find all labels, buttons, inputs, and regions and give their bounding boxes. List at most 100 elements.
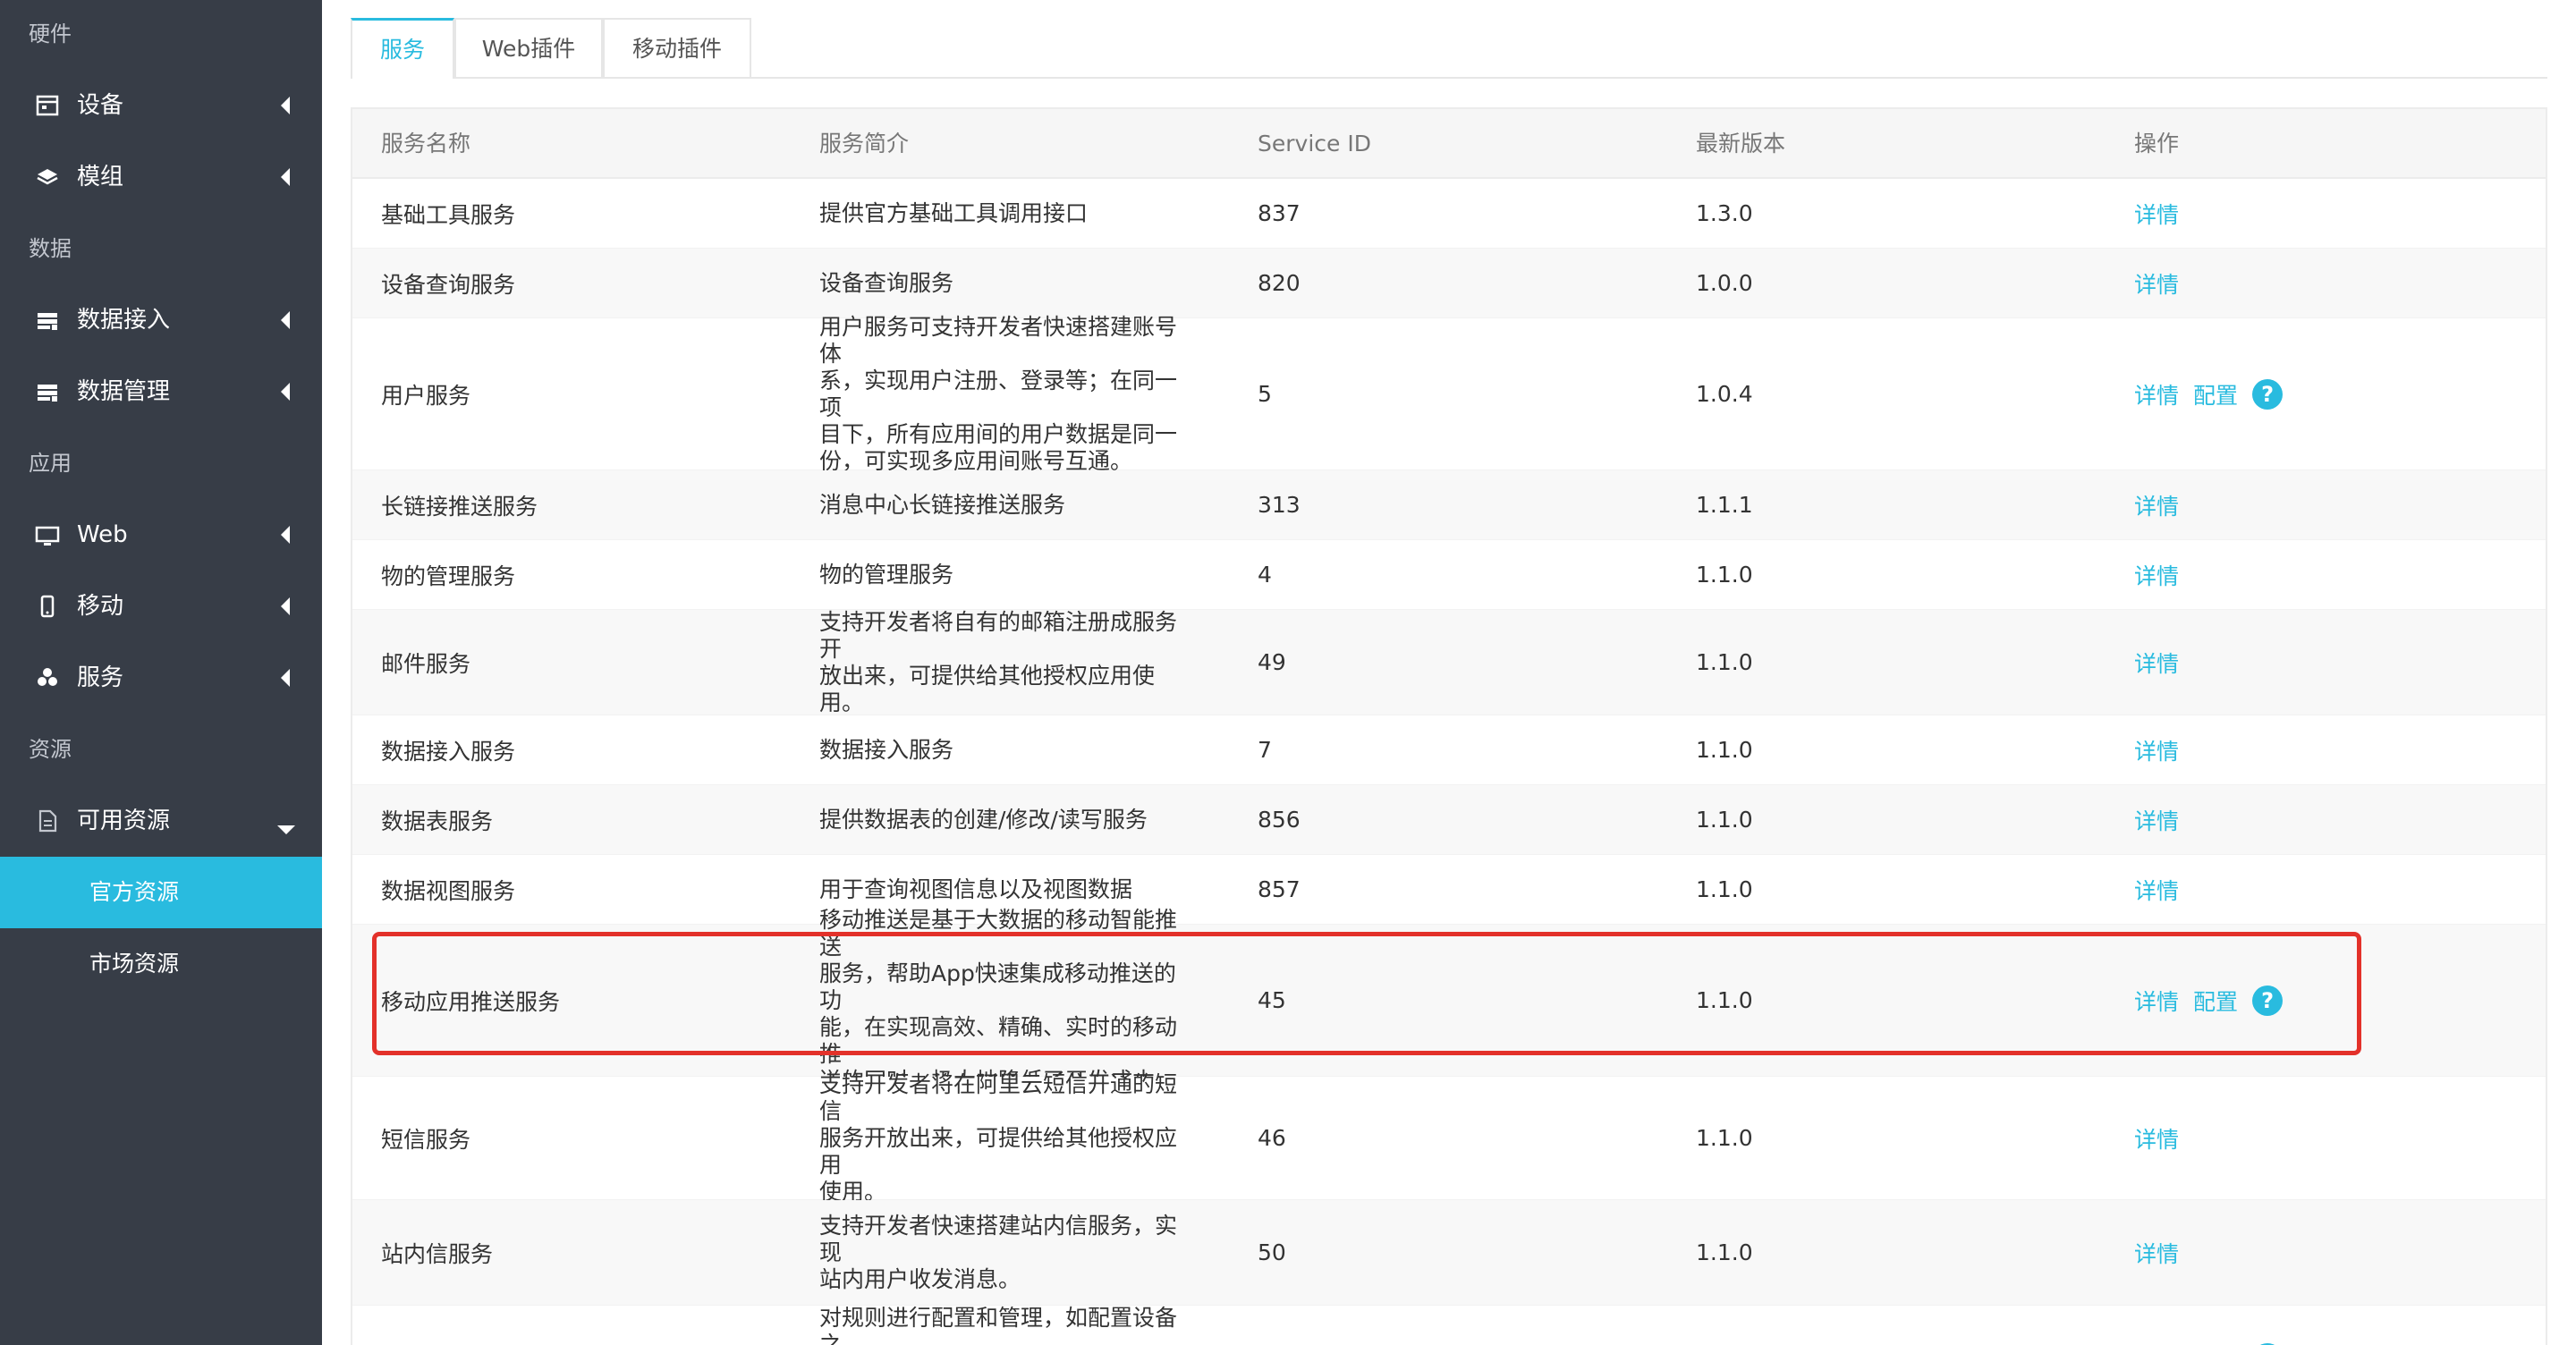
desc-line: 提供数据表的创建/修改/读写服务 — [819, 806, 1148, 833]
service-desc: 物的管理服务 — [819, 540, 1186, 609]
service-name: 长链接推送服务 — [381, 493, 538, 520]
service-version: 1.1.0 — [1696, 1125, 1753, 1151]
service-desc: 支持开发者将自有的邮箱注册成服务开 放出来，可提供给其他授权应用使用。 — [819, 608, 1186, 715]
table-row: 规则引擎服务 对规则进行配置和管理，如配置设备之间的触发条件和联动规则，实现智能化… — [352, 1305, 2546, 1345]
mobile-icon — [34, 592, 61, 621]
desc-line: 目下，所有应用间的用户数据是同一 — [819, 420, 1178, 447]
tab-web-plugins[interactable]: Web插件 — [454, 18, 603, 77]
desc-line: 支持开发者将在阿里云短信开通的短信 — [819, 1070, 1178, 1124]
service-id: 52 — [1258, 1306, 1286, 1345]
nav-modules[interactable]: 模组 — [0, 141, 322, 213]
desc-line: 站内用户收发消息。 — [819, 1265, 1021, 1292]
calendar-icon — [34, 91, 61, 120]
service-version: 1.0.4 — [1696, 381, 1753, 407]
service-id: 4 — [1258, 562, 1272, 588]
desc-line: 支持开发者将自有的邮箱注册成服务开 — [819, 608, 1178, 662]
row-actions: 详情 — [2134, 540, 2193, 609]
details-link[interactable]: 详情 — [2134, 647, 2179, 679]
config-link[interactable]: 配置 — [2193, 378, 2238, 410]
service-id: 5 — [1258, 381, 1272, 407]
help-icon[interactable]: ? — [2252, 985, 2284, 1016]
nav-services[interactable]: 服务 — [0, 642, 322, 714]
service-desc: 数据接入服务 — [819, 715, 1186, 784]
row-actions: 详情 — [2134, 1200, 2193, 1305]
service-name: 站内信服务 — [381, 1240, 494, 1267]
service-id: 49 — [1258, 649, 1286, 675]
details-link[interactable]: 详情 — [2134, 559, 2179, 591]
details-link[interactable]: 详情 — [2134, 1122, 2179, 1155]
row-actions: 详情配置? — [2134, 318, 2284, 469]
row-actions: 详情配置? — [2134, 925, 2284, 1076]
nav-label: 可用资源 — [77, 808, 171, 834]
header-service-id: Service ID — [1258, 131, 1371, 156]
nav-label: Web — [77, 521, 128, 548]
service-desc: 支持开发者快速搭建站内信服务，实现 站内用户收发消息。 — [819, 1200, 1186, 1305]
service-desc: 提供官方基础工具调用接口 — [819, 179, 1186, 248]
service-version: 1.1.0 — [1696, 987, 1753, 1013]
nav-label: 服务 — [77, 664, 124, 691]
tab-services[interactable]: 服务 — [351, 18, 454, 79]
desc-line: 服务开放出来，可提供给其他授权应用 — [819, 1124, 1178, 1178]
caret-left-icon — [279, 308, 292, 333]
service-id: 45 — [1258, 987, 1286, 1013]
details-link[interactable]: 详情 — [2134, 1342, 2179, 1345]
header-latest-version: 最新版本 — [1696, 131, 1786, 156]
help-icon[interactable]: ? — [2252, 378, 2284, 410]
nav-devices[interactable]: 设备 — [0, 70, 322, 141]
nav-web[interactable]: Web — [0, 499, 322, 571]
nav-label: 数据接入 — [77, 307, 171, 334]
caret-left-icon — [279, 93, 292, 118]
details-link[interactable]: 详情 — [2134, 874, 2179, 906]
details-link[interactable]: 详情 — [2134, 1237, 2179, 1269]
row-actions: 详情 — [2134, 470, 2193, 539]
service-name: 数据表服务 — [381, 808, 494, 834]
service-version: 1.1.0 — [1696, 562, 1753, 588]
nav-data-management[interactable]: 数据管理 — [0, 356, 322, 427]
service-desc: 对规则进行配置和管理，如配置设备之间的触发条件和联动规则，实现智能化 — [819, 1305, 1186, 1345]
caret-left-icon — [279, 665, 292, 690]
service-name: 数据视图服务 — [381, 877, 516, 904]
nav-market-resources[interactable]: 市场资源 — [0, 928, 322, 1000]
details-link[interactable]: 详情 — [2134, 734, 2179, 766]
caret-left-icon — [279, 522, 292, 547]
details-link[interactable]: 详情 — [2134, 378, 2179, 410]
desc-line: 系，实现用户注册、登录等；在同一项 — [819, 367, 1178, 420]
sidebar: 硬件 数据 应用 资源 设备 模组 数据接入 数据管理 Web 移动 服务 可用资源 官方资源 市场资源 — [0, 0, 322, 1345]
desc-line: 放出来，可提供给其他授权应用使用。 — [819, 662, 1156, 715]
service-desc: 用户服务可支持开发者快速搭建账号体 系，实现用户注册、登录等；在同一项 目下，所有应… — [819, 314, 1186, 474]
nav-available-resources[interactable]: 可用资源 — [0, 785, 322, 857]
table-row: 基础工具服务 提供官方基础工具调用接口 837 1.3.0 详情 — [352, 179, 2546, 249]
desc-line: 用于查询视图信息以及视图数据 — [819, 876, 1133, 902]
table-row: 长链接推送服务 消息中心长链接推送服务 313 1.1.1 详情 — [352, 470, 2546, 540]
nav-label: 设备 — [77, 92, 124, 119]
nav-official-resources[interactable]: 官方资源 — [0, 857, 322, 928]
tab-mobile-plugins[interactable]: 移动插件 — [603, 18, 751, 77]
row-actions: 详情 — [2134, 715, 2193, 784]
details-link[interactable]: 详情 — [2134, 267, 2179, 300]
service-desc: 设备查询服务 — [819, 249, 1186, 317]
details-link[interactable]: 详情 — [2134, 198, 2179, 230]
service-desc: 支持开发者将在阿里云短信开通的短信 服务开放出来，可提供给其他授权应用 使用。 — [819, 1071, 1186, 1205]
caret-down-icon — [275, 816, 297, 834]
service-name: 物的管理服务 — [381, 563, 516, 589]
service-name: 用户服务 — [381, 382, 471, 409]
details-link[interactable]: 详情 — [2134, 985, 2179, 1017]
table-row: 物的管理服务 物的管理服务 4 1.1.0 详情 — [352, 540, 2546, 610]
details-link[interactable]: 详情 — [2134, 804, 2179, 836]
config-link[interactable]: 配置 — [2193, 1342, 2238, 1345]
nav-data-ingest[interactable]: 数据接入 — [0, 284, 322, 356]
table-row: 用户服务 用户服务可支持开发者快速搭建账号体 系，实现用户注册、登录等；在同一项 目下… — [352, 314, 2546, 474]
desc-line: 设备查询服务 — [819, 269, 954, 296]
service-id: 857 — [1258, 876, 1301, 902]
nav-label: 移动 — [77, 593, 124, 620]
config-link[interactable]: 配置 — [2193, 985, 2238, 1017]
service-id: 837 — [1258, 200, 1301, 226]
service-name: 数据接入服务 — [381, 738, 516, 765]
row-actions: 详情 — [2134, 855, 2193, 924]
details-link[interactable]: 详情 — [2134, 489, 2179, 521]
service-id: 7 — [1258, 737, 1272, 763]
table-row: 数据接入服务 数据接入服务 7 1.1.0 详情 — [352, 715, 2546, 785]
desc-line: 用户服务可支持开发者快速搭建账号体 — [819, 313, 1178, 367]
nav-mobile[interactable]: 移动 — [0, 571, 322, 642]
desc-line: 提供官方基础工具调用接口 — [819, 199, 1089, 226]
